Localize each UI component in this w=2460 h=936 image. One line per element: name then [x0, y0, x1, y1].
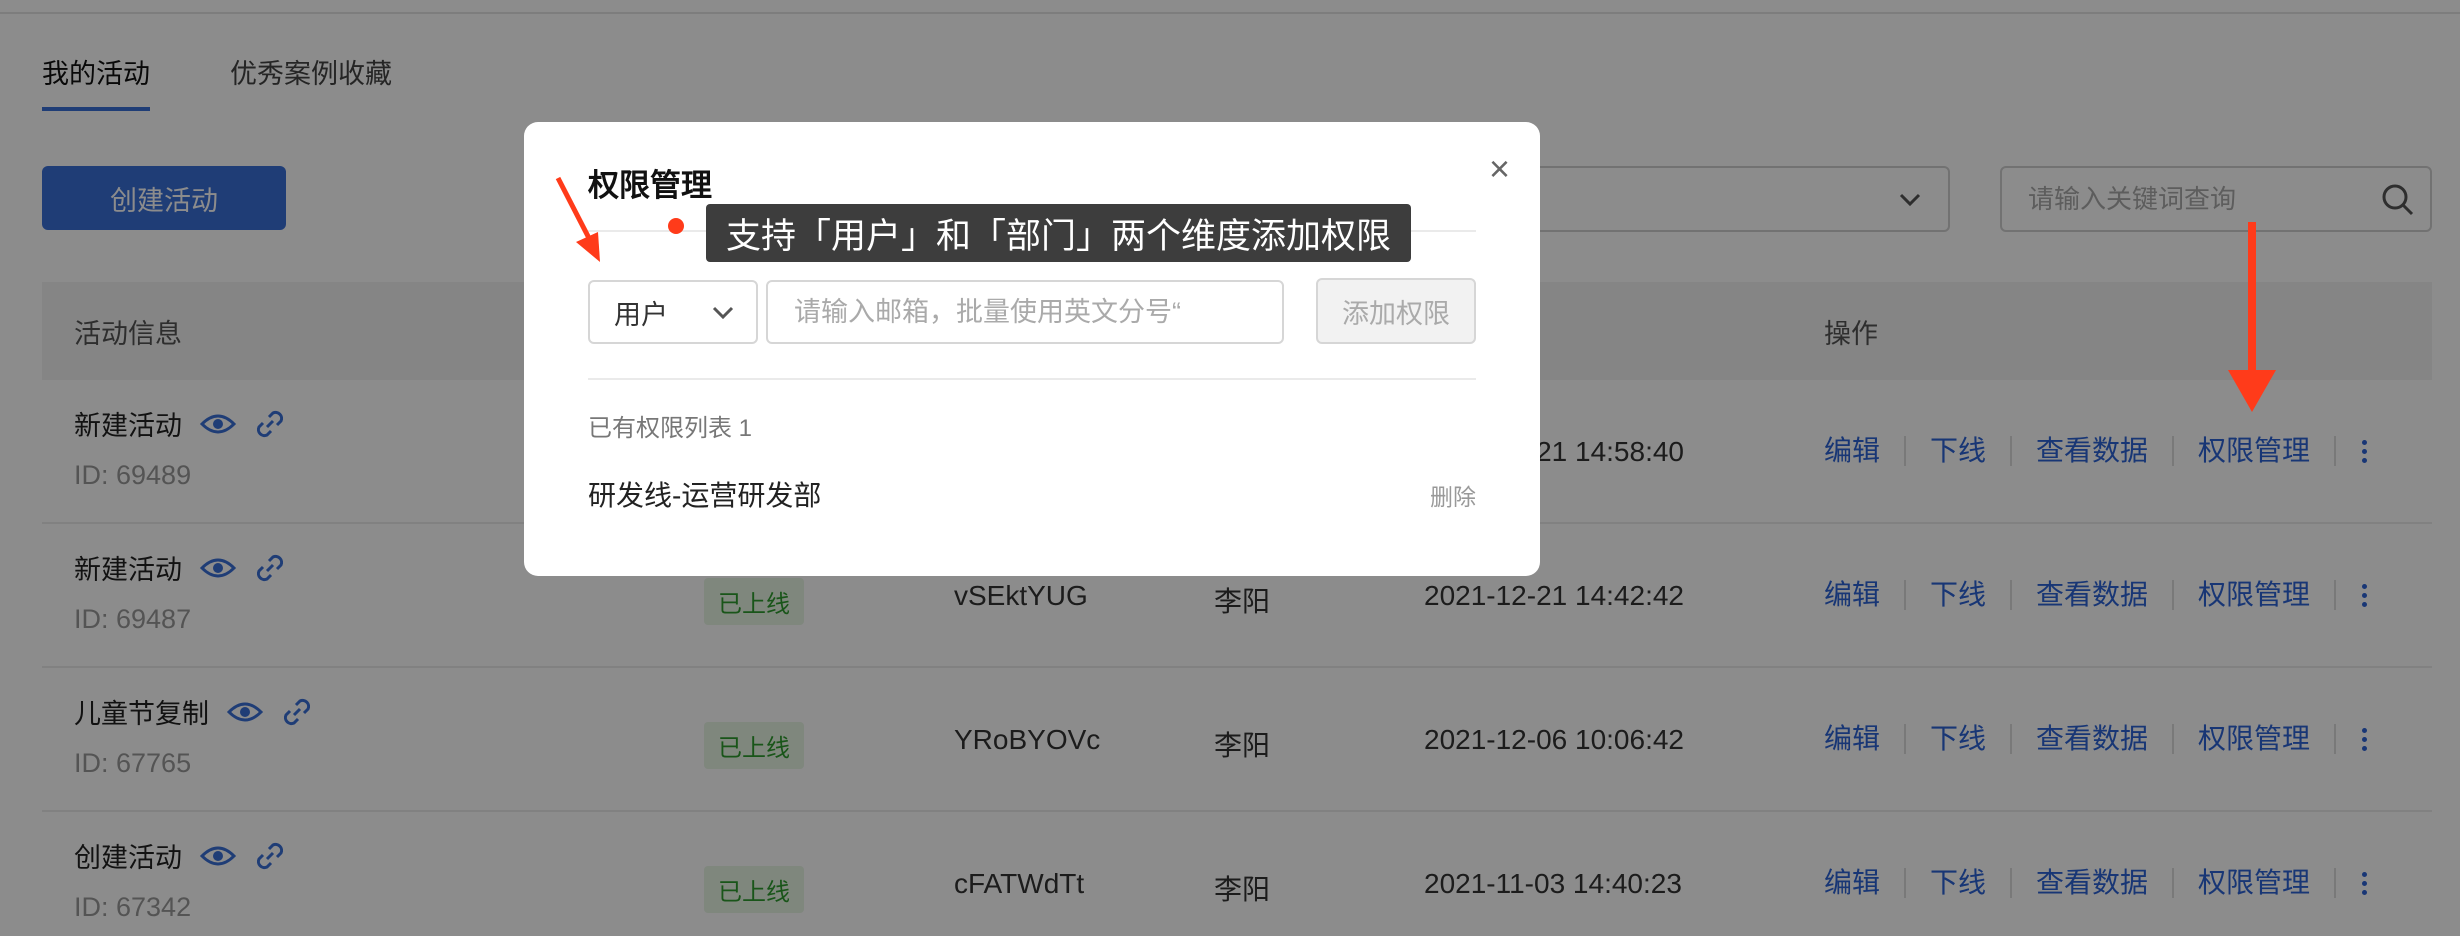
permission-type-value: 用户 — [614, 299, 668, 330]
close-icon[interactable]: × — [1489, 148, 1510, 190]
divider — [588, 378, 1476, 380]
permission-item-name: 研发线-运营研发部 — [588, 480, 822, 511]
permission-modal: 权限管理 × 用户 添加权限 已有权限列表 1 研发线-运营研发部 删除 — [524, 122, 1540, 576]
add-permission-button[interactable]: 添加权限 — [1316, 278, 1476, 344]
email-input[interactable] — [766, 280, 1284, 344]
annotation-dot — [668, 218, 684, 234]
annotation-tooltip: 支持「用户」和「部门」两个维度添加权限 — [706, 204, 1412, 262]
permission-type-select[interactable]: 用户 — [588, 280, 758, 344]
chevron-down-icon — [712, 306, 734, 320]
modal-title: 权限管理 — [588, 168, 712, 203]
permission-list-title: 已有权限列表 1 — [588, 415, 753, 442]
delete-permission-link[interactable]: 删除 — [1430, 478, 1476, 512]
